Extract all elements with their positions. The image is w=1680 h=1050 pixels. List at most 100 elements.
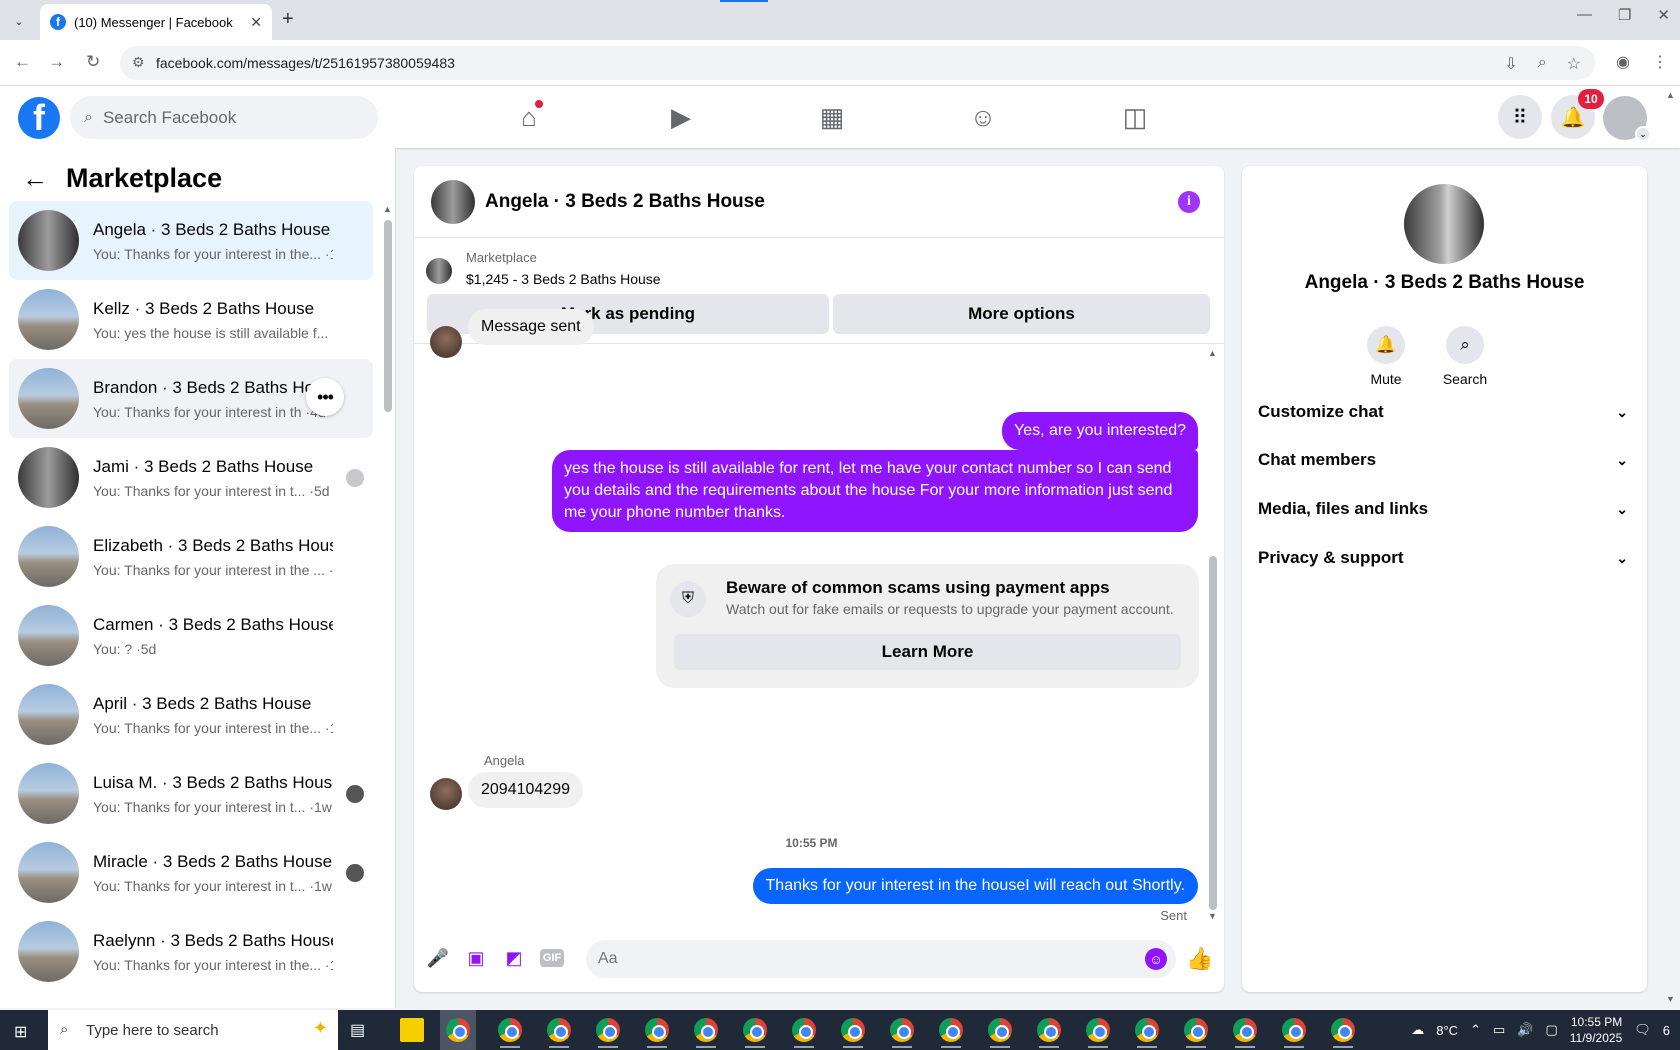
windows-start-icon[interactable]: ⊞ [14,1022,27,1042]
notification-center-icon[interactable]: 🗨 [1634,1022,1651,1038]
back-arrow-icon[interactable]: ← [22,163,48,194]
chrome-icon[interactable] [1086,1018,1110,1048]
conversation-more-button[interactable]: ••• [306,378,344,416]
scroll-up-arrow[interactable]: ▲ [383,204,392,214]
forward-icon[interactable]: → [48,52,65,72]
gaming-icon[interactable]: ◫ [1115,100,1155,134]
tab-list-button[interactable]: ⌄ [8,10,30,32]
privacy-support-section[interactable]: Privacy & support ⌄ [1258,536,1628,580]
task-view-icon[interactable]: ▤ [350,1020,374,1044]
chrome-icon[interactable] [1282,1018,1306,1048]
scroll-down-arrow[interactable]: ▼ [1666,994,1675,1004]
taskbar-clock[interactable]: 10:55 PM 11/9/2025 [1570,1014,1623,1046]
chrome-icon[interactable] [1331,1018,1355,1048]
account-avatar[interactable]: ⌄ [1603,96,1651,142]
message-input[interactable] [586,940,1176,978]
chrome-icon[interactable] [743,1018,767,1048]
mic-icon[interactable]: 🎤 [426,946,450,970]
volume-icon[interactable]: 🔊 [1517,1022,1533,1038]
chrome-icon[interactable] [498,1018,522,1048]
conversation-item[interactable]: Brandon · 3 Beds 2 Baths Ho You: Thanks f… [9,359,373,438]
chat-members-section[interactable]: Chat members ⌄ [1258,438,1628,482]
reload-icon[interactable]: ↻ [86,52,100,72]
photo-icon[interactable]: ▣ [464,946,488,970]
profile-avatar[interactable] [1404,184,1484,264]
back-icon[interactable]: ← [14,52,31,72]
outgoing-message: Thanks for your interest in the houseI w… [752,868,1198,904]
marketplace-icon[interactable]: ▦ [812,100,852,134]
chrome-icon[interactable] [792,1018,816,1048]
facebook-search[interactable]: ⌕ Search Facebook [70,96,378,139]
restore-button[interactable]: ❐ [1618,6,1631,24]
menu-icon[interactable]: ⋮ [1652,52,1668,72]
chat-avatar[interactable] [431,179,475,224]
star-icon[interactable]: ☆ [1567,54,1581,74]
network-icon[interactable]: ▭ [1493,1022,1505,1038]
scroll-up-arrow[interactable]: ▲ [1666,90,1675,100]
address-bar[interactable]: ⚙ facebook.com/messages/t/25161957380059… [120,46,1595,80]
chrome-icon[interactable] [841,1018,865,1048]
chrome-icon[interactable] [1233,1018,1257,1048]
browser-tab[interactable]: f (10) Messenger | Facebook ✕ [40,4,272,40]
info-icon[interactable]: i [1178,191,1200,213]
chrome-icon[interactable] [547,1018,571,1048]
chrome-icon[interactable] [988,1018,1012,1048]
learn-more-button[interactable]: Learn More [674,634,1181,670]
media-files-links-section[interactable]: Media, files and links ⌄ [1258,487,1628,531]
chrome-icon[interactable] [1037,1018,1061,1048]
close-tab-icon[interactable]: ✕ [250,14,262,31]
conversation-item[interactable]: Jami · 3 Beds 2 Baths House You: Thanks f… [9,438,373,517]
weather-icon[interactable]: ☁ [1411,1022,1424,1038]
facebook-logo[interactable]: f [18,97,60,139]
chrome-icon[interactable] [1135,1018,1159,1048]
chat-title[interactable]: Angela · 3 Beds 2 Baths House [485,191,765,213]
conversation-item[interactable]: Angela · 3 Beds 2 Baths House You: Thanks… [9,201,373,280]
chrome-icon[interactable] [694,1018,718,1048]
tray-overflow-icon[interactable]: ⌃ [1470,1022,1481,1038]
conversation-item[interactable]: Elizabeth · 3 Beds 2 Baths House You: Tha… [9,517,373,596]
conversation-item[interactable]: Miracle · 3 Beds 2 Baths House You: Thank… [9,833,373,912]
listing-summary[interactable]: Marketplace $1,245 - 3 Beds 2 Baths Hous… [426,250,661,287]
chrome-icon[interactable] [939,1018,963,1048]
thumbs-up-icon[interactable]: 👍 [1186,946,1213,972]
chrome-icon[interactable] [596,1018,620,1048]
more-options-button[interactable]: More options [833,294,1210,334]
conversation-snippet: You: Thanks for your interest in the... … [93,245,333,262]
conversation-item[interactable]: Kellz · 3 Beds 2 Baths House You: yes the… [9,280,373,359]
video-icon[interactable]: ▶ [661,100,701,134]
emoji-icon[interactable]: ☺ [1145,948,1167,970]
home-icon[interactable]: ⌂ [509,100,549,134]
scroll-up-arrow[interactable]: ▲ [1208,348,1217,358]
chrome-icon[interactable] [645,1018,669,1048]
display-icon[interactable]: ▢ [1545,1022,1557,1038]
scrollbar-thumb[interactable] [384,220,392,412]
sender-avatar[interactable] [430,326,462,358]
sticky-notes-icon[interactable] [400,1018,424,1042]
scrollbar-thumb[interactable] [1209,556,1217,910]
minimize-button[interactable]: — [1577,6,1592,24]
site-info-icon[interactable]: ⚙ [132,54,145,71]
sender-avatar[interactable] [430,778,462,810]
new-tab-button[interactable]: + [282,8,294,31]
taskbar-search[interactable]: ⌕ Type here to search ✦ [48,1010,338,1050]
install-icon[interactable]: ⇩ [1504,54,1517,74]
scroll-down-arrow[interactable]: ▼ [1208,911,1217,921]
groups-icon[interactable]: ☺ [963,100,1003,134]
chrome-icon[interactable] [1184,1018,1208,1048]
conversation-item[interactable]: Luisa M. · 3 Beds 2 Baths House You: Than… [9,754,373,833]
weather-temp[interactable]: 8°C [1436,1023,1458,1038]
sticker-icon[interactable]: ◩ [502,946,526,970]
gif-icon[interactable]: GIF [540,949,564,967]
pinned-app-icon[interactable] [446,1018,470,1042]
mute-action[interactable]: 🔔 Mute [1356,326,1416,387]
conversation-item[interactable]: Raelynn · 3 Beds 2 Baths House You: Thank… [9,912,373,991]
customize-chat-section[interactable]: Customize chat ⌄ [1258,390,1628,434]
close-window-button[interactable]: ✕ [1657,6,1670,24]
conversation-item[interactable]: Carmen · 3 Beds 2 Baths House You: ? ·5d [9,596,373,675]
chrome-icon[interactable] [890,1018,914,1048]
search-action[interactable]: ⌕ Search [1435,326,1495,387]
menu-grid-icon[interactable]: ⠿ [1498,95,1542,139]
profile-icon[interactable]: ◉ [1616,52,1630,72]
zoom-icon[interactable]: ⌕ [1538,54,1547,74]
conversation-item[interactable]: April · 3 Beds 2 Baths House You: Thanks … [9,675,373,754]
